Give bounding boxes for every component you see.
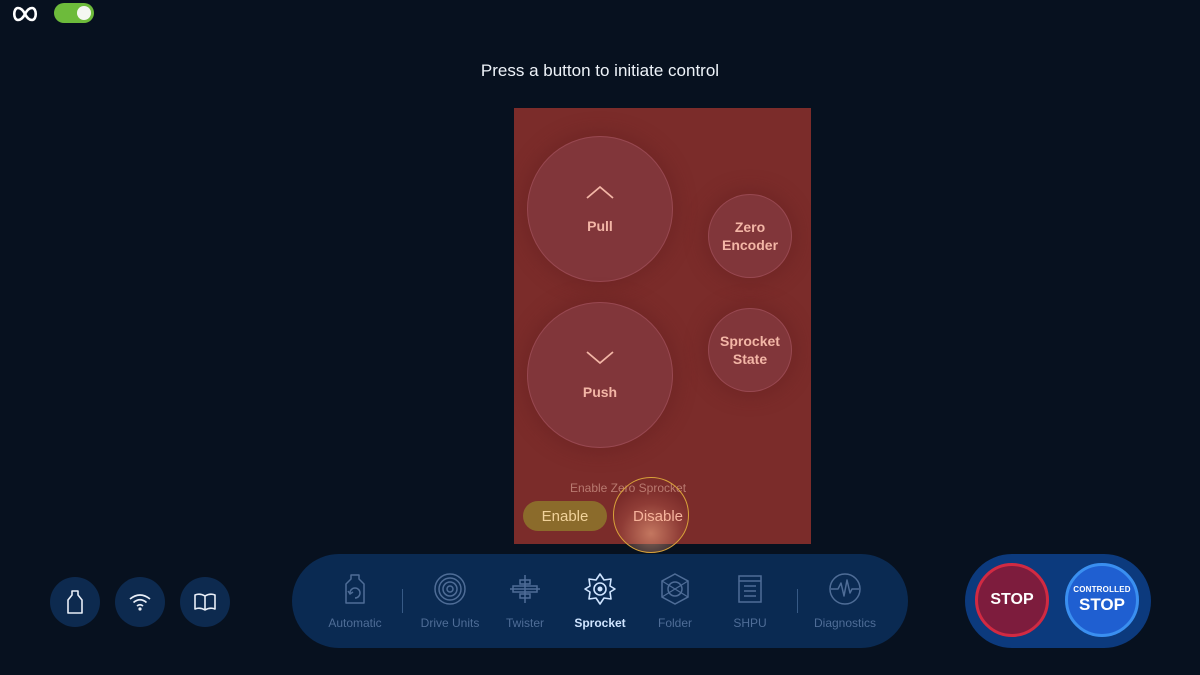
diagnostics-icon [829,573,861,605]
twister-icon [510,575,540,603]
sprocket-icon [584,573,616,605]
sprocket-state-label: Sprocket State [720,333,780,367]
bottle-button[interactable] [50,577,100,627]
chevron-up-icon [586,185,614,199]
nav-sprocket[interactable]: Sprocket [560,572,640,630]
bottle-icon [67,590,83,614]
nav-folder-label: Folder [657,616,692,630]
controlled-stop-button[interactable]: CONTROLLED STOP [1065,563,1139,637]
enable-zero-sprocket-label: Enable Zero Sprocket [569,481,687,495]
stop-button[interactable]: STOP [975,563,1049,637]
nav-sprocket-label: Sprocket [574,616,626,630]
sprocket-state-button[interactable]: Sprocket State [708,308,792,392]
push-button[interactable]: Push [527,302,673,448]
nav-drive-units-label: Drive Units [420,616,480,630]
stop-label: STOP [990,591,1034,608]
stop-controls: STOP CONTROLLED STOP [965,554,1151,648]
nav-shpu[interactable]: SHPU [710,572,790,630]
pull-button[interactable]: Pull [527,136,673,282]
controlled-label: CONTROLLED [1073,585,1131,594]
instruction-text: Press a button to initiate control [480,61,720,80]
folder-icon [661,573,689,605]
push-label: Push [582,384,618,400]
zero-encoder-button[interactable]: Zero Encoder [708,194,792,278]
book-icon [194,593,216,611]
chevron-down-icon [586,351,614,365]
wifi-icon [129,594,151,611]
nav-automatic[interactable]: Automatic [315,572,395,630]
automatic-icon [345,574,365,604]
nav-drive-units[interactable]: Drive Units [410,572,490,630]
shpu-icon [738,575,762,603]
nav-automatic-label: Automatic [328,616,382,630]
power-toggle[interactable] [54,3,94,23]
nav-twister[interactable]: Twister [485,572,565,630]
enable-button[interactable]: Enable [523,501,607,531]
nav-folder[interactable]: Folder [635,572,715,630]
toggle-knob [77,6,91,20]
wifi-button[interactable] [115,577,165,627]
nav-diagnostics[interactable]: Diagnostics [805,572,885,630]
nav-shpu-label: SHPU [733,616,767,630]
enable-label: Enable [541,507,589,525]
pull-label: Pull [587,218,613,234]
nav-twister-label: Twister [505,616,544,630]
manual-button[interactable] [180,577,230,627]
bottom-navigation: Automatic Drive Units Twister Sprocket F… [292,554,908,648]
nav-diagnostics-label: Diagnostics [813,616,877,630]
zero-encoder-label: Zero Encoder [722,219,779,253]
sprocket-control-panel: Pull Push Zero Encoder Sprocket State En… [514,108,811,544]
controlled-stop-label: STOP [1079,595,1125,614]
drive-units-icon [434,573,466,605]
infinity-icon [12,6,38,22]
disable-button[interactable]: Disable [616,501,700,531]
disable-label: Disable [632,507,684,525]
nav-divider [402,589,403,613]
nav-divider [797,589,798,613]
